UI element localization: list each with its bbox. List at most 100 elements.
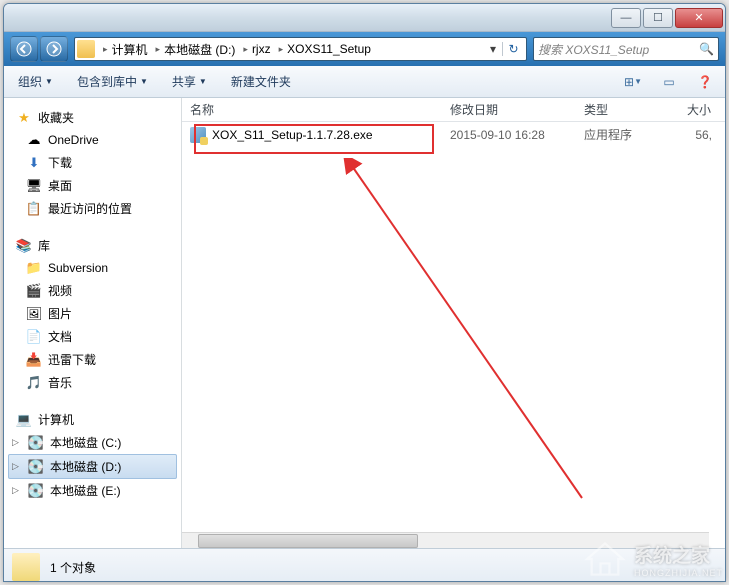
- sidebar-item-subversion[interactable]: 📁Subversion: [4, 257, 181, 279]
- back-button[interactable]: [10, 36, 38, 62]
- scrollbar-thumb[interactable]: [198, 534, 418, 548]
- sidebar-item-drive-d[interactable]: ▷ 💽 本地磁盘 (D:): [8, 454, 177, 479]
- tree-label: 下载: [48, 154, 72, 171]
- breadcrumb-label: 计算机: [112, 41, 148, 58]
- forward-button[interactable]: [40, 36, 68, 62]
- breadcrumb-label: XOXS11_Setup: [287, 42, 371, 56]
- sidebar-item-downloads[interactable]: ⬇ 下载: [4, 151, 181, 174]
- titlebar[interactable]: — ☐ ✕: [4, 4, 725, 32]
- cloud-icon: ☁: [26, 132, 42, 148]
- navbar: ▸计算机 ▸本地磁盘 (D:) ▸rjxz ▸XOXS11_Setup ▾ ↻ …: [4, 32, 725, 66]
- download-icon: ⬇: [26, 155, 42, 171]
- sidebar-item-recent[interactable]: 📋最近访问的位置: [4, 197, 181, 220]
- sidebar-item-xunlei[interactable]: 📥 迅雷下载: [4, 348, 181, 371]
- file-date-cell: 2015-09-10 16:28: [442, 128, 576, 142]
- libraries-header[interactable]: 📚库: [4, 234, 181, 257]
- breadcrumb-item[interactable]: ▸XOXS11_Setup: [275, 42, 375, 56]
- tree-label: 图片: [48, 305, 72, 322]
- drive-icon: 💽: [28, 483, 44, 499]
- tree-label: 本地磁盘 (C:): [50, 434, 121, 451]
- help-button[interactable]: ❓: [693, 71, 717, 93]
- address-bar[interactable]: ▸计算机 ▸本地磁盘 (D:) ▸rjxz ▸XOXS11_Setup ▾ ↻: [74, 37, 527, 61]
- address-dropdown[interactable]: ▾: [484, 42, 502, 56]
- toolbar-label: 共享: [172, 73, 196, 90]
- column-date[interactable]: 修改日期: [442, 101, 576, 118]
- file-type-cell: 应用程序: [576, 126, 670, 143]
- desktop-icon: 🖥: [26, 178, 42, 194]
- breadcrumb-item[interactable]: ▸rjxz: [239, 42, 274, 56]
- minimize-button[interactable]: —: [611, 8, 641, 28]
- breadcrumb-label: rjxz: [252, 42, 271, 56]
- include-library-menu[interactable]: 包含到库中▼: [71, 70, 154, 93]
- close-button[interactable]: ✕: [675, 8, 723, 28]
- column-type[interactable]: 类型: [576, 101, 670, 118]
- computer-header[interactable]: 💻 计算机: [4, 408, 181, 431]
- tree-label: 视频: [48, 282, 72, 299]
- star-icon: ★: [16, 110, 32, 126]
- sidebar-item-drive-e[interactable]: ▷💽本地磁盘 (E:): [4, 479, 181, 502]
- search-input[interactable]: 搜索 XOXS11_Setup 🔍: [533, 37, 719, 61]
- organize-menu[interactable]: 组织▼: [12, 70, 59, 93]
- download-icon: 📥: [26, 352, 42, 368]
- sidebar-item-onedrive[interactable]: ☁ OneDrive: [4, 129, 181, 151]
- computer-group: 💻计算机 ▷💽本地磁盘 (C:) ▷💽本地磁盘 (D:) ▷💽本地磁盘 (E:): [4, 408, 181, 502]
- sidebar-item-drive-c[interactable]: ▷💽本地磁盘 (C:): [4, 431, 181, 454]
- expand-icon[interactable]: ▷: [12, 437, 22, 448]
- explorer-window: — ☐ ✕ ▸计算机 ▸本地磁盘 (D:) ▸rjxz ▸XOXS11_Setu…: [3, 3, 726, 582]
- horizontal-scrollbar[interactable]: [182, 532, 709, 548]
- sidebar-item-pictures[interactable]: 🖼图片: [4, 302, 181, 325]
- nav-buttons: [10, 36, 68, 62]
- breadcrumb-item[interactable]: ▸ 计算机: [99, 41, 152, 58]
- sidebar-item-music[interactable]: 🎵音乐: [4, 371, 181, 394]
- file-size-cell: 56,: [670, 128, 720, 142]
- chevron-down-icon: ▼: [199, 77, 207, 86]
- tree-label: 收藏夹: [38, 109, 74, 126]
- libraries-group: 📚库 📁Subversion 🎬视频 🖼图片 📄文档 📥 迅雷下载 🎵音乐: [4, 234, 181, 394]
- chevron-down-icon: ▼: [45, 77, 53, 86]
- folder-icon: [77, 40, 95, 58]
- window-buttons: — ☐ ✕: [611, 8, 723, 28]
- expand-icon[interactable]: ▷: [12, 485, 22, 496]
- chevron-down-icon: ▼: [140, 77, 148, 86]
- file-name-cell: XOX_S11_Setup-1.1.7.28.exe: [182, 127, 442, 143]
- sidebar: ★ 收藏夹 ☁ OneDrive ⬇ 下载 🖥 桌面 📋最近访问的位置 📚库 📁Subv…: [4, 98, 182, 548]
- breadcrumb-label: 本地磁盘 (D:): [164, 41, 235, 58]
- tree-label: 文档: [48, 328, 72, 345]
- tree-label: Subversion: [48, 261, 108, 275]
- breadcrumb-item[interactable]: ▸本地磁盘 (D:): [152, 41, 240, 58]
- toolbar-label: 新建文件夹: [231, 73, 291, 90]
- tree-label: 库: [38, 237, 50, 254]
- music-icon: 🎵: [26, 375, 42, 391]
- sidebar-item-documents[interactable]: 📄文档: [4, 325, 181, 348]
- preview-pane-button[interactable]: ▭: [657, 71, 681, 93]
- computer-icon: 💻: [16, 412, 32, 428]
- share-menu[interactable]: 共享▼: [166, 70, 213, 93]
- chevron-right-icon: ▸: [103, 44, 108, 55]
- search-placeholder: 搜索 XOXS11_Setup: [538, 41, 649, 58]
- tree-label: 桌面: [48, 177, 72, 194]
- favorites-group: ★ 收藏夹 ☁ OneDrive ⬇ 下载 🖥 桌面 📋最近访问的位置: [4, 106, 181, 220]
- expand-icon[interactable]: ▷: [12, 461, 22, 472]
- tree-label: OneDrive: [48, 133, 99, 147]
- tree-label: 迅雷下载: [48, 351, 96, 368]
- column-size[interactable]: 大小: [670, 101, 720, 118]
- toolbar-label: 组织: [18, 73, 42, 90]
- tree-label: 最近访问的位置: [48, 200, 132, 217]
- refresh-button[interactable]: ↻: [502, 42, 524, 56]
- tree-label: 本地磁盘 (D:): [50, 458, 121, 475]
- tree-label: 计算机: [38, 411, 74, 428]
- column-headers: 名称 修改日期 类型 大小: [182, 98, 725, 122]
- new-folder-button[interactable]: 新建文件夹: [225, 70, 297, 93]
- status-text: 1 个对象: [50, 559, 96, 576]
- column-name[interactable]: 名称: [182, 101, 442, 118]
- chevron-right-icon: ▸: [156, 44, 161, 55]
- drive-icon: 💽: [28, 459, 44, 475]
- exe-icon: [190, 127, 206, 143]
- favorites-header[interactable]: ★ 收藏夹: [4, 106, 181, 129]
- sidebar-item-desktop[interactable]: 🖥 桌面: [4, 174, 181, 197]
- sidebar-item-videos[interactable]: 🎬视频: [4, 279, 181, 302]
- statusbar: 1 个对象: [4, 548, 725, 582]
- file-row[interactable]: XOX_S11_Setup-1.1.7.28.exe 2015-09-10 16…: [182, 122, 725, 147]
- maximize-button[interactable]: ☐: [643, 8, 673, 28]
- view-options-button[interactable]: ⊞ ▼: [621, 71, 645, 93]
